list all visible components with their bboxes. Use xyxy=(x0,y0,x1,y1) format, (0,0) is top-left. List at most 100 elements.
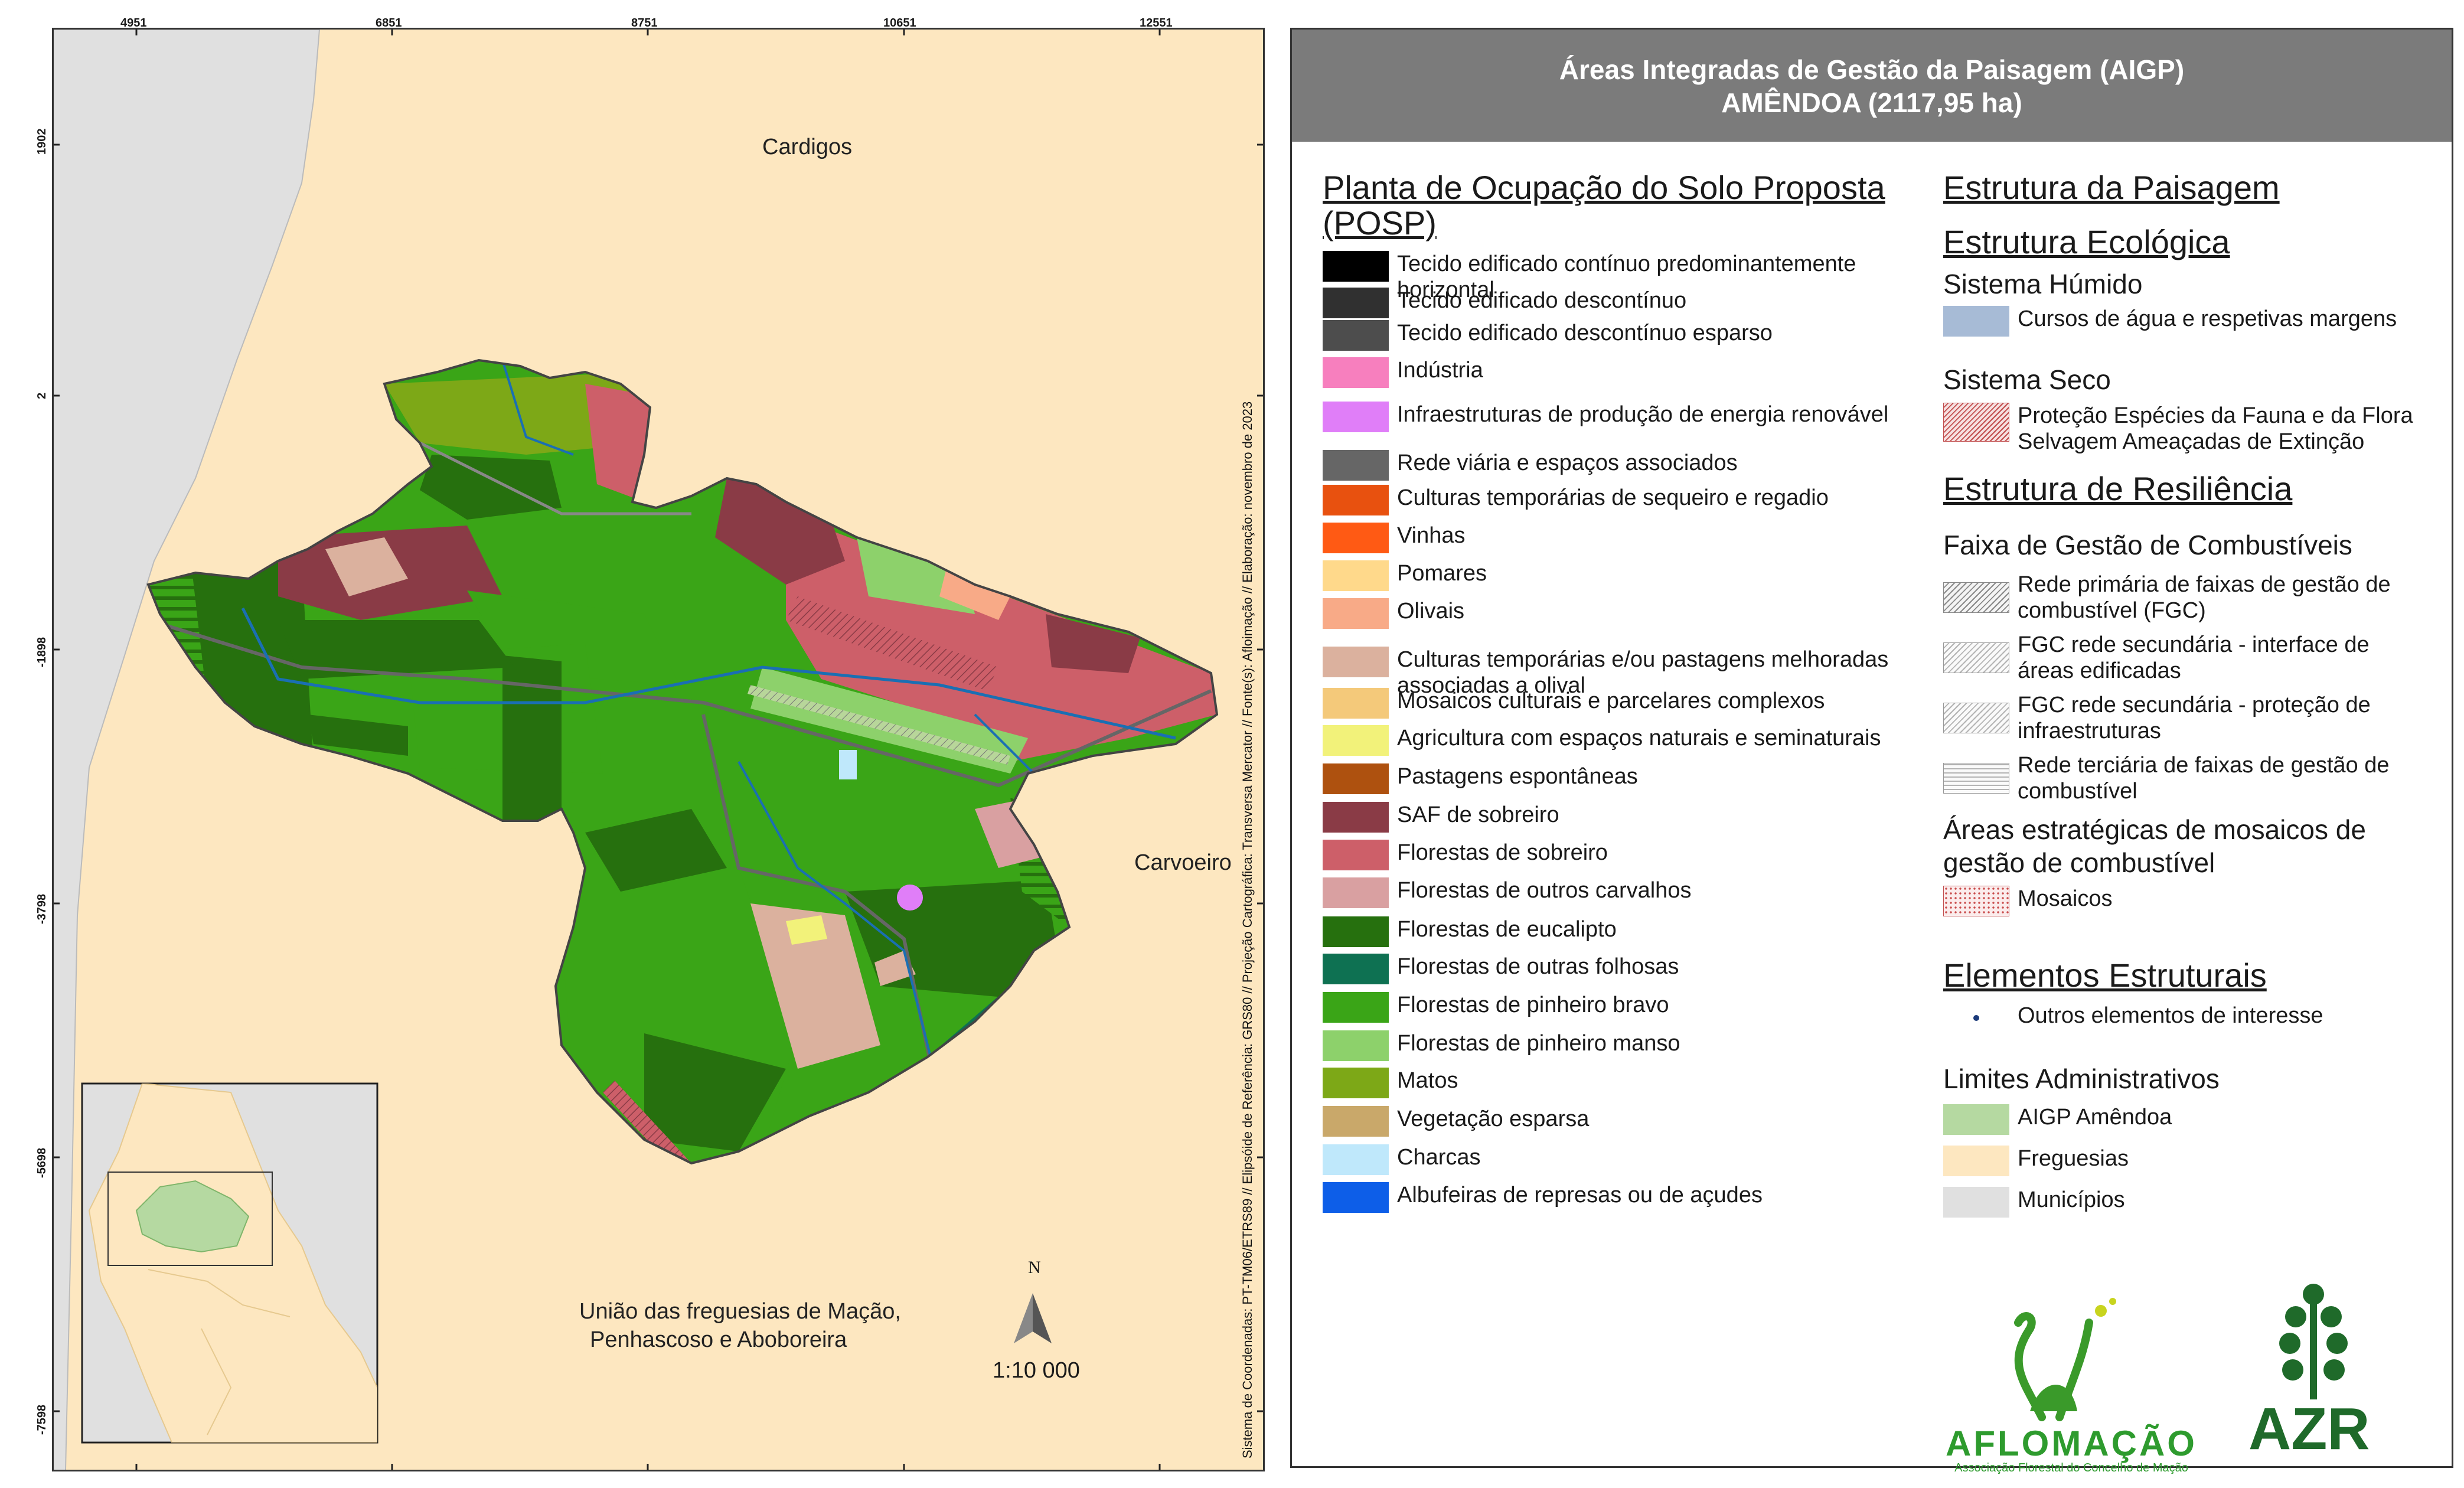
estrutura-ecologica-title: Estrutura Ecológica xyxy=(1943,223,2230,260)
legend-swatch xyxy=(1323,560,1389,591)
legend-swatch xyxy=(1323,1068,1389,1098)
legend-item-posp: Rede viária e espaços associados xyxy=(1323,450,1913,481)
legend-label: Florestas de pinheiro manso xyxy=(1397,1031,1680,1056)
legend-label: Florestas de outras folhosas xyxy=(1397,954,1679,979)
legend-item-posp: Infraestruturas de produção de energia r… xyxy=(1323,402,1913,432)
north-label: N xyxy=(1028,1258,1041,1277)
legend-item-mosaicos: Mosaicos xyxy=(1943,886,2113,916)
swatch-cursos-agua xyxy=(1943,306,2009,337)
legend-label-line1: Rede primária de faixas de gestão de xyxy=(2018,572,2391,597)
legend-title: Áreas Integradas de Gestão da Paisagem (… xyxy=(1559,54,2185,85)
legend-swatch xyxy=(1323,523,1389,553)
azr-wordmark: AZR xyxy=(2248,1396,2370,1462)
legend-item-posp: Olivais xyxy=(1323,598,1913,629)
mosaicos-title-line1: Áreas estratégicas de mosaicos de xyxy=(1943,814,2366,845)
grid-label-y: -3798 xyxy=(35,893,48,924)
legend-swatch xyxy=(1323,763,1389,794)
swatch-point xyxy=(1943,1003,2009,1033)
estrutura-resiliencia-title: Estrutura de Resiliência xyxy=(1943,470,2293,507)
sistema-humido-title: Sistema Húmido xyxy=(1943,269,2143,299)
legend-swatch xyxy=(1323,320,1389,351)
legend-subtitle: AMÊNDOA (2117,95 ha) xyxy=(1721,87,2022,118)
map-frame[interactable]: Cardigos Carvoeiro União das freguesias … xyxy=(52,28,1265,1471)
legend-item-posp: Pomares xyxy=(1323,560,1913,591)
grid-label-x: 8751 xyxy=(631,17,658,30)
swatch-mosaicos xyxy=(1943,886,2009,916)
aflomacao-wordmark: AFLOMAÇÃO xyxy=(1946,1424,2197,1463)
legend-label: Pomares xyxy=(1397,561,1487,586)
legend-swatch xyxy=(1323,288,1389,318)
legend-swatch xyxy=(1323,916,1389,947)
place-label-carvoeiro: Carvoeiro xyxy=(1134,850,1232,875)
scale-text: 1:10 000 xyxy=(993,1358,1080,1383)
legend-swatch xyxy=(1943,1146,2009,1176)
azr-logo: AZR xyxy=(2248,1281,2426,1458)
legend-label: Florestas de eucalipto xyxy=(1397,917,1617,942)
grid-label-x: 6851 xyxy=(376,17,402,30)
legend-item-posp: Culturas temporárias de sequeiro e regad… xyxy=(1323,485,1913,515)
grid-label-x: 4951 xyxy=(120,17,147,30)
legend-label-line2: áreas edificadas xyxy=(2018,658,2181,683)
legend-item-posp: Indústria xyxy=(1323,357,1913,388)
legend-swatch xyxy=(1323,357,1389,388)
legend-item-fgc: FGC rede secundária - proteção de infraes… xyxy=(1943,692,2371,744)
legend-label: Olivais xyxy=(1397,599,1465,624)
legend-label: Florestas de sobreiro xyxy=(1397,840,1608,865)
legend-item-limite: Freguesias xyxy=(1943,1146,2129,1176)
legend-item-fgc: Rede primária de faixas de gestão de comb… xyxy=(1943,572,2391,624)
legend-item-posp: Florestas de pinheiro manso xyxy=(1323,1030,1913,1061)
legend-item-posp: Pastagens espontâneas xyxy=(1323,763,1913,794)
legend-label: Infraestruturas de produção de energia r… xyxy=(1397,402,1889,427)
legend-swatch xyxy=(1323,802,1389,833)
legend-item-posp: Florestas de eucalipto xyxy=(1323,916,1913,947)
inset-map[interactable] xyxy=(81,1082,378,1444)
legend-item-posp: Matos xyxy=(1323,1068,1913,1098)
map-metadata-note: Sistema de Coordenadas: PT-TM06/ETRS89 /… xyxy=(1240,401,1255,1458)
legend-swatch xyxy=(1943,1104,2009,1135)
grid-label-y: 1902 xyxy=(35,128,48,155)
legend-swatch xyxy=(1323,485,1389,515)
legend-label: Albufeiras de represas ou de açudes xyxy=(1397,1183,1763,1208)
limites-title: Limites Administrativos xyxy=(1943,1063,2220,1094)
swatch-protecao-especies xyxy=(1943,403,2009,442)
legend-item-posp: Charcas xyxy=(1323,1144,1913,1175)
legend-swatch xyxy=(1323,877,1389,908)
legend-item-posp: Florestas de sobreiro xyxy=(1323,840,1913,870)
legend-item-outros-elementos: Outros elementos de interesse xyxy=(1943,1003,2323,1033)
legend-label: Mosaicos culturais e parcelares complexo… xyxy=(1397,688,1825,713)
legend-label: Cursos de água e respetivas margens xyxy=(2018,306,2397,331)
legend-swatch xyxy=(1323,450,1389,481)
legend-item-posp: Tecido edificado descontínuo esparso xyxy=(1323,320,1913,351)
grid-label-y: 2 xyxy=(35,392,48,399)
grid-label-y: -7598 xyxy=(35,1404,48,1435)
elementos-estruturais-title: Elementos Estruturais xyxy=(1943,957,2267,994)
legend-item-posp: Vinhas xyxy=(1323,523,1913,553)
legend-label: Charcas xyxy=(1397,1145,1481,1170)
legend-label: Mosaicos xyxy=(2018,886,2113,911)
legend-item-posp: Vegetação esparsa xyxy=(1323,1106,1913,1137)
legend-label: Vinhas xyxy=(1397,523,1466,548)
point-symbol-icon xyxy=(1973,1015,1979,1021)
place-label-cardigos: Cardigos xyxy=(762,135,853,159)
legend-swatch xyxy=(1323,954,1389,984)
legend-swatch xyxy=(1323,1182,1389,1213)
legend-swatch xyxy=(1323,251,1389,282)
legend-label-line2: combustível xyxy=(2018,779,2137,804)
legend-label: AIGP Amêndoa xyxy=(2018,1105,2172,1130)
place-label-uniao-line2: Penhascoso e Aboboreira xyxy=(590,1327,847,1352)
map-canvas[interactable] xyxy=(54,30,1263,1470)
legend-label-line1: Rede terciária de faixas de gestão de xyxy=(2018,753,2390,778)
legend-item-limite: AIGP Amêndoa xyxy=(1943,1104,2172,1135)
legend-panel: Áreas Integradas de Gestão da Paisagem (… xyxy=(1290,28,2453,1474)
legend-label: Municípios xyxy=(2018,1187,2125,1212)
legend-label: Freguesias xyxy=(2018,1146,2129,1171)
legend-label: Outros elementos de interesse xyxy=(2018,1003,2323,1028)
legend-item-cursos-agua: Cursos de água e respetivas margens xyxy=(1943,306,2397,337)
legend-swatch xyxy=(1323,840,1389,870)
legend-label-line2: combustível (FGC) xyxy=(2018,598,2206,623)
grid-label-x: 10651 xyxy=(883,17,916,30)
legend-swatch xyxy=(1943,763,2009,794)
legend-swatch xyxy=(1323,688,1389,719)
azr-tree-icon xyxy=(2279,1284,2348,1399)
legend-label: FGC rede secundária - proteção de infraes… xyxy=(2018,692,2371,744)
